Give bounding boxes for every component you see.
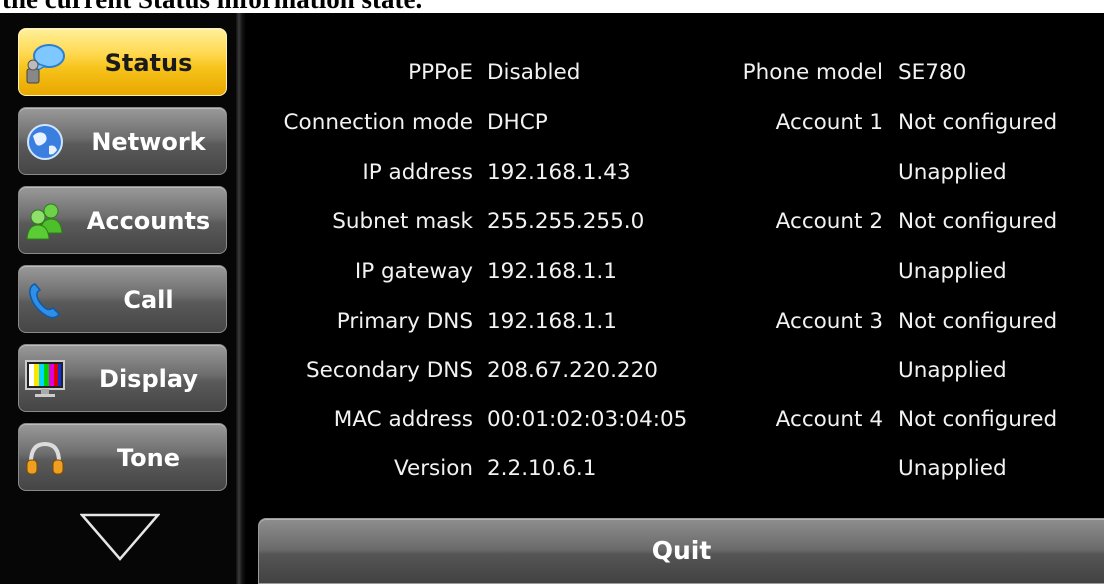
- sidebar-item-network[interactable]: Network: [18, 107, 227, 175]
- globe-icon: [27, 124, 63, 160]
- info-label: IP address: [362, 160, 473, 185]
- sidebar-item-label: Tone: [116, 444, 181, 472]
- account-status: Not configured: [898, 407, 1058, 432]
- sidebar-item-display[interactable]: Display: [18, 344, 227, 412]
- info-label: Connection mode: [283, 110, 473, 135]
- sidebar-item-status[interactable]: Status: [18, 28, 227, 96]
- account-label: Account 2: [775, 209, 883, 234]
- account-label: Account 4: [775, 407, 883, 432]
- info-label: PPPoE: [408, 60, 473, 85]
- info-value: 255.255.255.0: [487, 209, 645, 234]
- sidebar-item-tone[interactable]: Tone: [18, 423, 227, 491]
- triangle-down-icon[interactable]: [80, 513, 160, 561]
- info-value: 2.2.10.6.1: [487, 456, 597, 481]
- info-value: 192.168.1.43: [487, 160, 631, 185]
- account-status: Not configured: [898, 110, 1058, 135]
- info-value: 208.67.220.220: [487, 358, 658, 383]
- status-icon: [26, 44, 65, 84]
- phone-model-value: SE780: [898, 60, 967, 85]
- account-state: Unapplied: [898, 160, 1007, 185]
- sidebar-divider: [236, 13, 254, 584]
- sidebar-item-accounts[interactable]: Accounts: [18, 186, 227, 254]
- info-value: DHCP: [487, 110, 548, 135]
- account-state: Unapplied: [898, 358, 1007, 383]
- quit-button[interactable]: Quit: [258, 518, 1104, 584]
- info-label: Subnet mask: [332, 209, 473, 234]
- account-state: Unapplied: [898, 259, 1007, 284]
- sidebar: Status Network Accounts Call Display Ton…: [0, 13, 236, 584]
- sidebar-item-label: Display: [99, 365, 198, 393]
- sidebar-item-label: Call: [123, 286, 174, 314]
- info-value: Disabled: [487, 60, 581, 85]
- info-label: IP gateway: [354, 259, 473, 284]
- page-caption: the current Status information state.: [2, 0, 422, 14]
- phone-screen: Status Network Accounts Call Display Ton…: [0, 13, 1104, 584]
- account-label: Account 1: [775, 110, 883, 135]
- headphones-icon: [26, 441, 64, 475]
- sidebar-item-call[interactable]: Call: [18, 265, 227, 333]
- sidebar-item-label: Network: [91, 128, 206, 156]
- account-label: Account 3: [775, 309, 883, 334]
- sidebar-item-label: Accounts: [86, 207, 211, 235]
- info-label: Primary DNS: [336, 309, 473, 334]
- account-status: Not configured: [898, 309, 1058, 334]
- info-label: Secondary DNS: [306, 358, 473, 383]
- info-value: 192.168.1.1: [487, 309, 617, 334]
- accounts-icon: [26, 203, 63, 240]
- monitor-icon: [25, 360, 65, 397]
- sidebar-item-label: Status: [104, 49, 193, 77]
- info-value: 00:01:02:03:04:05: [487, 407, 688, 432]
- account-state: Unapplied: [898, 456, 1007, 481]
- info-value: 192.168.1.1: [487, 259, 617, 284]
- account-status: Not configured: [898, 209, 1058, 234]
- phone-handset-icon: [29, 283, 60, 319]
- info-label: Version: [393, 456, 473, 481]
- phone-model-label: Phone model: [742, 60, 883, 85]
- info-label: MAC address: [333, 407, 473, 432]
